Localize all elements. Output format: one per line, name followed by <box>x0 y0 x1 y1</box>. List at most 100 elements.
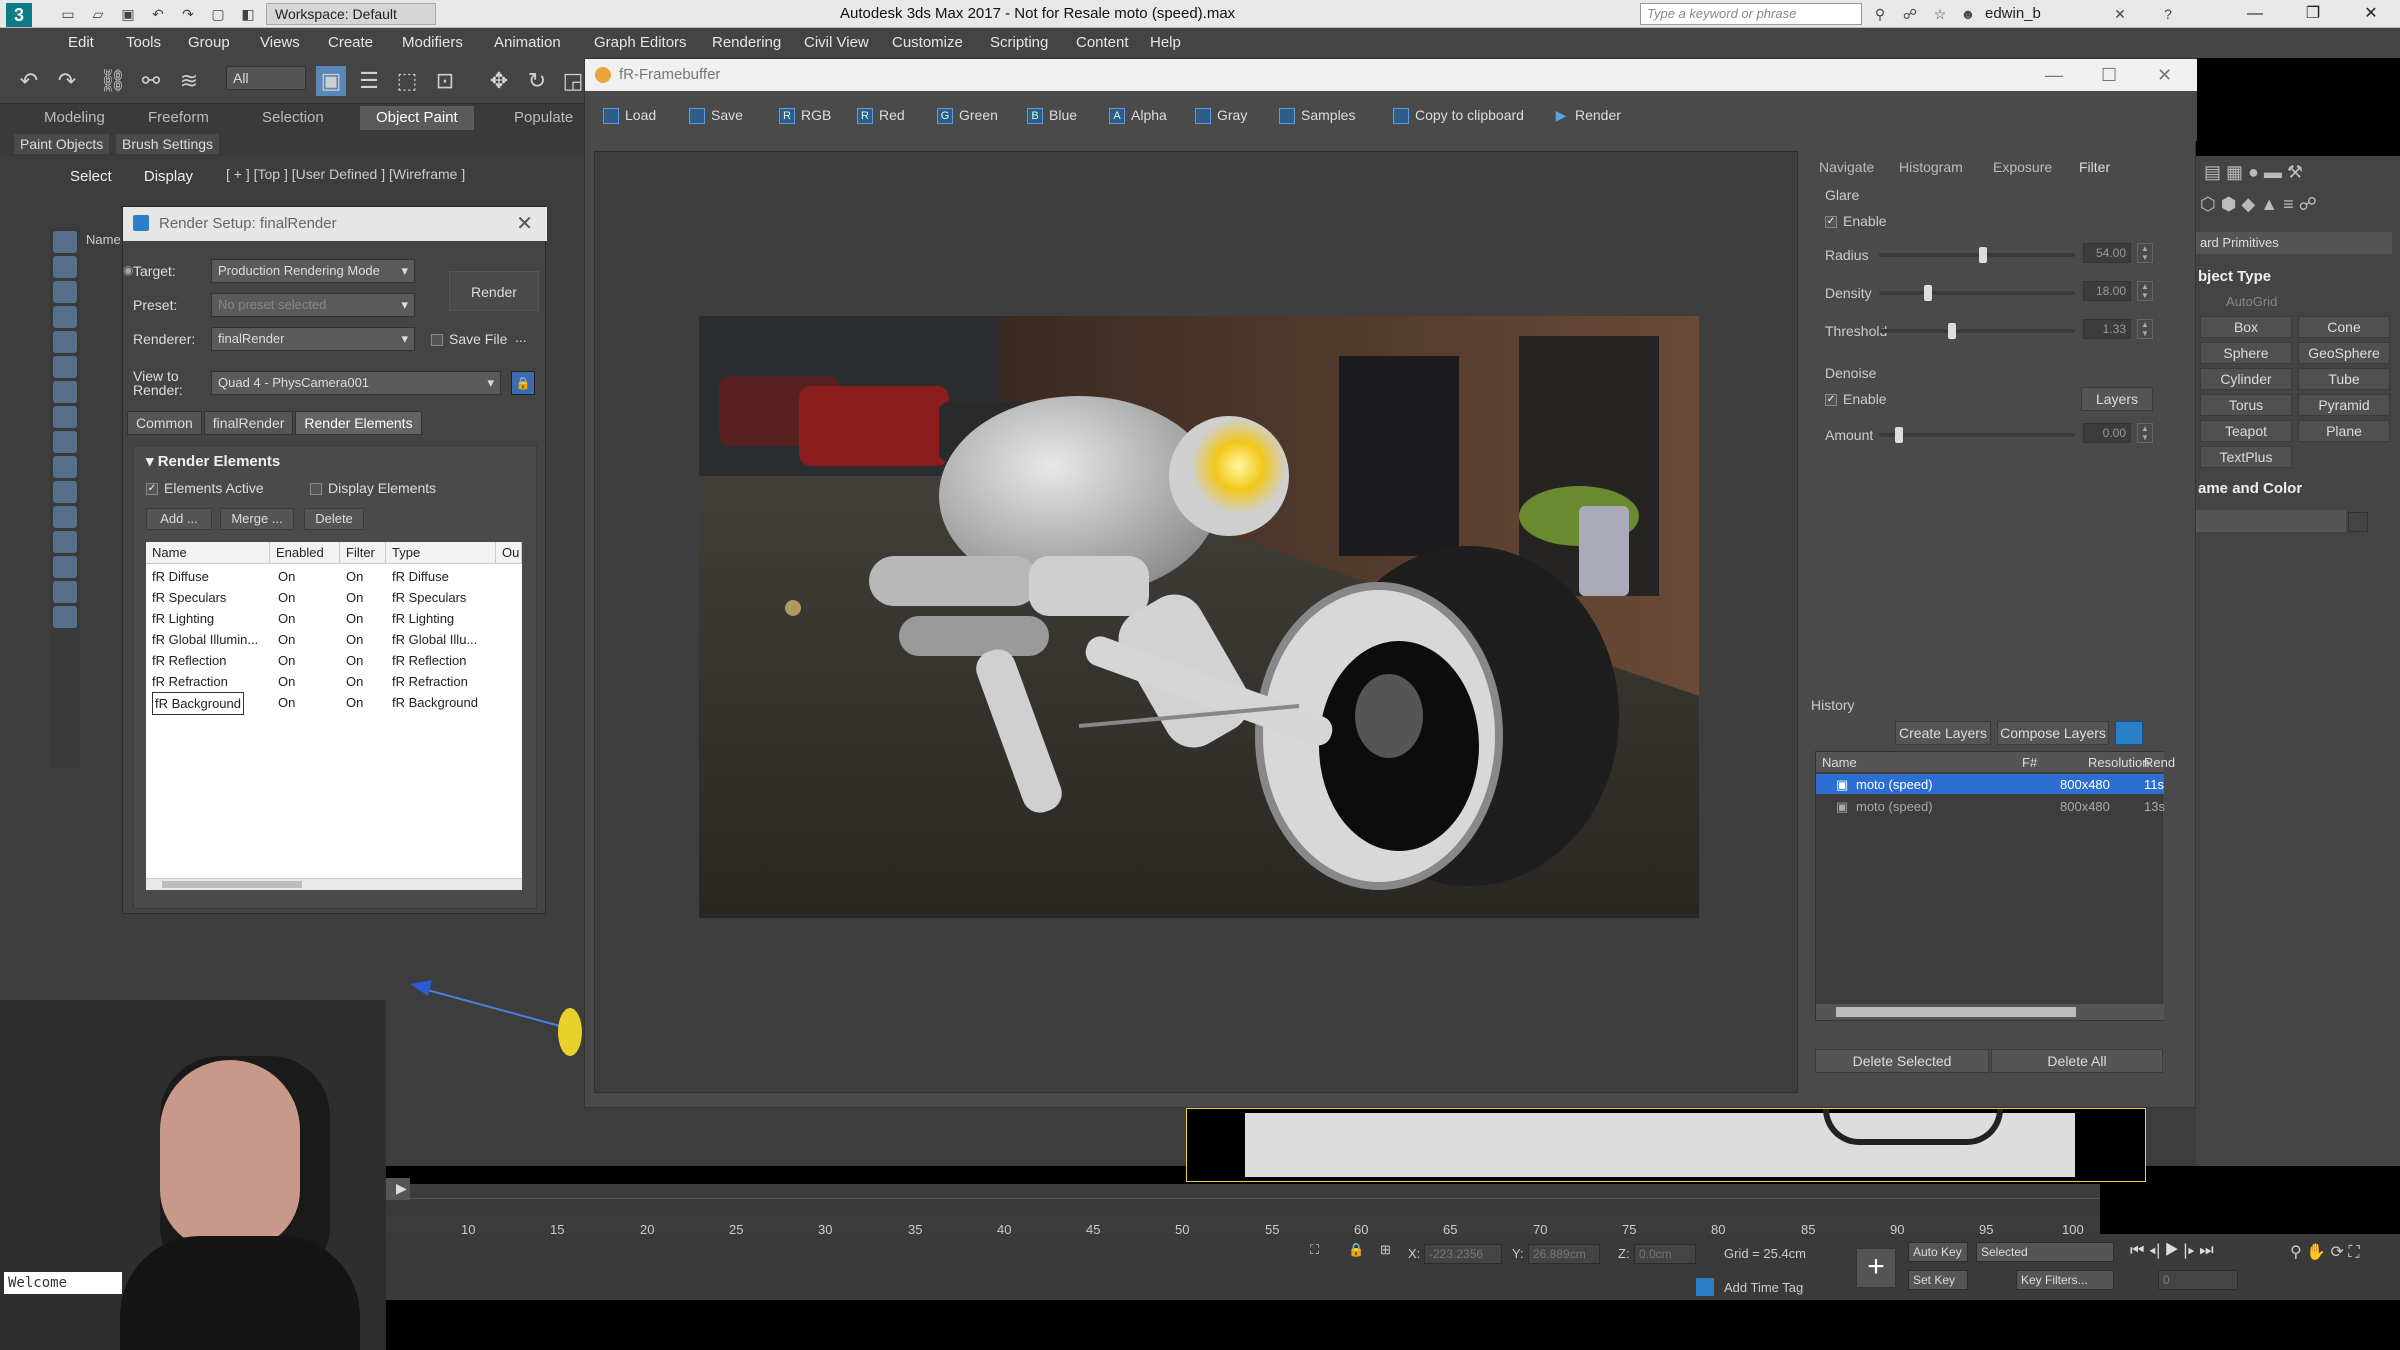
glare-enable-checkbox[interactable]: ✓ Enable <box>1825 213 1887 229</box>
tab-histogram[interactable]: Histogram <box>1899 159 1963 175</box>
close-icon[interactable]: ✕ <box>2157 59 2172 91</box>
table-row[interactable]: fR Reflection On On fR Reflection <box>146 650 522 671</box>
save-file-icon[interactable]: ▣ <box>118 4 138 24</box>
undo-icon[interactable]: ↶ <box>148 4 168 24</box>
menu-content[interactable]: Content <box>1076 34 1129 51</box>
current-frame-field[interactable]: 0 <box>2158 1270 2238 1290</box>
plane-button[interactable]: Plane <box>2298 420 2390 442</box>
table-row[interactable]: fR Refraction On On fR Refraction <box>146 671 522 692</box>
checkbox-icon[interactable]: ✓ <box>1825 394 1837 407</box>
new-file-icon[interactable]: ▭ <box>58 4 78 24</box>
history-settings-icon[interactable] <box>2115 721 2143 745</box>
auto-key-button[interactable]: Auto Key <box>1908 1242 1968 1262</box>
menu-modifiers[interactable]: Modifiers <box>402 34 463 51</box>
camera-viewport[interactable] <box>1186 1108 2146 1182</box>
project-icon[interactable]: ▢ <box>208 4 228 24</box>
playback-controls[interactable]: ⏮ ◂| ▶ |▸ ⏭ <box>2130 1242 2214 1260</box>
maximize-icon[interactable]: ☐ <box>2101 59 2117 91</box>
close-icon[interactable]: ✕ <box>516 207 533 241</box>
y-coordinate-field[interactable]: 26.889cm <box>1528 1244 1600 1264</box>
checkbox-icon[interactable]: ✓ <box>1825 216 1837 229</box>
col-type[interactable]: Type <box>386 542 496 564</box>
menu-create[interactable]: Create <box>328 34 373 51</box>
isolate-icon[interactable]: ⛶ <box>1310 1242 1319 1258</box>
menu-customize[interactable]: Customize <box>892 34 963 51</box>
rollout-header[interactable]: ▾ Render Elements <box>146 452 280 470</box>
tab-object-paint[interactable]: Object Paint <box>360 106 474 130</box>
box-button[interactable]: Box <box>2200 316 2292 338</box>
redo-icon[interactable]: ↷ <box>52 66 82 96</box>
save-button[interactable]: Save <box>689 107 743 125</box>
tab-exposure[interactable]: Exposure <box>1993 159 2052 175</box>
target-dropdown[interactable]: Production Rendering Mode <box>211 259 415 283</box>
filter-icon[interactable] <box>53 456 77 478</box>
threshold-slider[interactable] <box>1879 323 2075 339</box>
radius-spinner-icon[interactable]: ▲ ▼ <box>2137 243 2153 263</box>
filter-icon[interactable] <box>53 581 77 603</box>
tab-freeform[interactable]: Freeform <box>148 109 209 126</box>
tab-finalrender[interactable]: finalRender <box>203 411 294 435</box>
lock-icon[interactable]: 🔒 <box>511 371 535 395</box>
table-row[interactable]: fR Speculars On On fR Speculars <box>146 587 522 608</box>
close-icon[interactable]: ✕ <box>2346 2 2396 26</box>
tab-modeling[interactable]: Modeling <box>44 109 105 126</box>
create-layers-button[interactable]: Create Layers <box>1895 721 1991 745</box>
category-dropdown[interactable]: ard Primitives <box>2196 232 2392 254</box>
sphere-button[interactable]: Sphere <box>2200 342 2292 364</box>
textplus-button[interactable]: TextPlus <box>2200 446 2292 468</box>
alpha-button[interactable]: A Alpha <box>1109 107 1167 125</box>
tube-button[interactable]: Tube <box>2298 368 2390 390</box>
framebuffer-titlebar[interactable]: fR-Framebuffer — ☐ ✕ <box>585 59 2197 91</box>
time-ruler[interactable] <box>380 1198 2100 1214</box>
radius-slider[interactable] <box>1879 247 2075 263</box>
density-spinner-icon[interactable]: ▲ ▼ <box>2137 281 2153 301</box>
object-color-swatch[interactable] <box>2348 512 2368 532</box>
green-button[interactable]: G Green <box>937 107 998 125</box>
elements-active-checkbox[interactable]: ✓ Elements Active <box>146 480 264 496</box>
tab-render-elements[interactable]: Render Elements <box>295 411 422 435</box>
move-icon[interactable]: ✥ <box>484 66 514 96</box>
history-row[interactable]: ▣ moto (speed) 800x480 11s <box>1816 774 2164 794</box>
key-mode-dropdown[interactable]: Selected <box>1976 1242 2114 1262</box>
rendered-image[interactable] <box>699 316 1699 918</box>
tab-common[interactable]: Common <box>127 411 202 435</box>
key-filters-button[interactable]: Key Filters... <box>2016 1270 2114 1290</box>
minimize-icon[interactable]: — <box>2045 59 2063 91</box>
geosphere-button[interactable]: GeoSphere <box>2298 342 2390 364</box>
set-key-plus-icon[interactable]: + <box>1856 1248 1896 1288</box>
pyramid-button[interactable]: Pyramid <box>2298 394 2390 416</box>
renderer-dropdown[interactable]: finalRender <box>211 327 415 351</box>
gray-button[interactable]: Gray <box>1195 107 1247 125</box>
amount-field[interactable]: 0.00 <box>2083 423 2131 443</box>
menu-civil-view[interactable]: Civil View <box>804 34 869 51</box>
density-slider[interactable] <box>1879 285 2075 301</box>
minimize-icon[interactable]: — <box>2230 2 2280 26</box>
cone-button[interactable]: Cone <box>2298 316 2390 338</box>
col-enabled[interactable]: Enabled <box>270 542 340 564</box>
table-row[interactable]: fR Global Illumin... On On fR Global Illu..… <box>146 629 522 650</box>
radius-slider-knob[interactable] <box>1978 247 1987 263</box>
maxscript-listener[interactable]: Welcome <box>4 1272 122 1294</box>
add-time-tag[interactable]: Add Time Tag <box>1724 1280 1803 1295</box>
scene-select-menu[interactable]: Select <box>70 168 112 185</box>
next-frame-icon[interactable]: ▶ <box>396 1180 407 1197</box>
col-name[interactable]: Name <box>146 542 270 564</box>
filter-icon[interactable] <box>53 506 77 528</box>
cylinder-button[interactable]: Cylinder <box>2200 368 2292 390</box>
menu-tools[interactable]: Tools <box>126 34 161 51</box>
app-logo[interactable]: 3 <box>6 3 32 27</box>
redo-icon[interactable]: ↷ <box>178 4 198 24</box>
info-center-icon[interactable]: ☍ <box>1900 4 1920 24</box>
history-col-render-time[interactable]: Rend <box>2144 755 2175 770</box>
create-category-icons[interactable]: ⬡ ⬢ ◆ ▲ ≡ ☍ <box>2200 194 2317 215</box>
link-icon[interactable]: ⛓ <box>98 66 128 96</box>
help-icon[interactable]: ? <box>2158 4 2178 24</box>
x-coordinate-field[interactable]: -223.2356 <box>1424 1244 1502 1264</box>
menu-rendering[interactable]: Rendering <box>712 34 781 51</box>
filter-icon[interactable] <box>53 606 77 628</box>
threshold-slider-knob[interactable] <box>1947 323 1956 339</box>
binoculars-icon[interactable]: ⚲ <box>1870 4 1890 24</box>
autogrid-checkbox[interactable]: AutoGrid <box>2226 294 2277 309</box>
rectangular-selection-icon[interactable]: ⬚ <box>392 66 422 96</box>
load-button[interactable]: Load <box>603 107 656 125</box>
